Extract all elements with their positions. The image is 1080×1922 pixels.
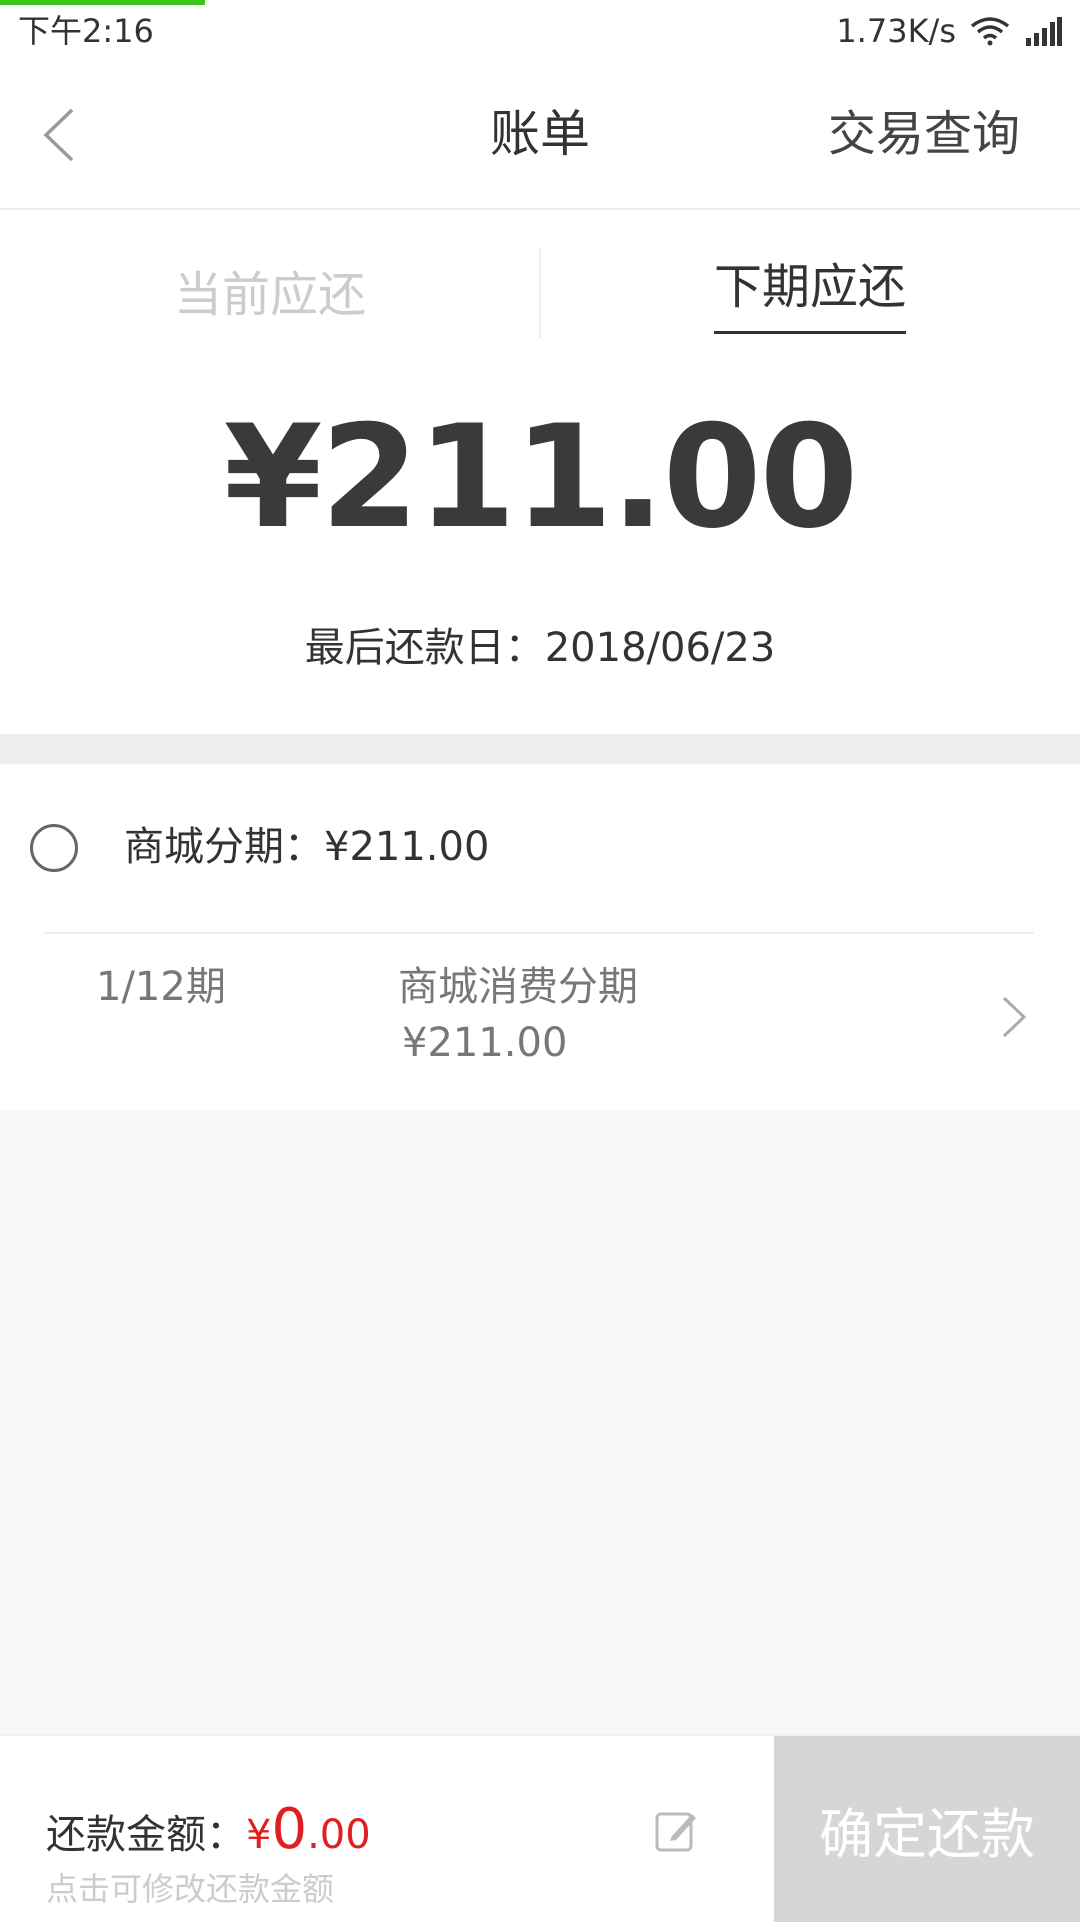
row-divider — [44, 932, 1034, 934]
chevron-right-icon[interactable] — [996, 992, 1032, 1042]
status-time: 下午2:16 — [18, 12, 154, 50]
empty-area — [0, 1110, 1080, 1734]
status-right: 1.73K/s — [836, 8, 1062, 54]
section-separator — [0, 734, 1080, 764]
wifi-icon — [970, 16, 1010, 46]
confirm-repay-button[interactable]: 确定还款 — [774, 1736, 1080, 1922]
tab-current-due-label: 当前应还 — [173, 267, 366, 323]
signal-icon — [1024, 16, 1062, 46]
tab-bar: 当前应还 下期应还 — [0, 210, 1080, 370]
total-amount: ¥211.00 — [223, 395, 859, 560]
installment-name: 商城消费分期 — [398, 964, 638, 1010]
installment-amount: ¥211.00 — [402, 1020, 568, 1066]
title-bar: 账单 交易查询 — [0, 60, 1080, 210]
network-speed: 1.73K/s — [836, 12, 956, 50]
bottom-bar: 还款金额：¥0.00 点击可修改还款金额 确定还款 — [0, 1734, 1080, 1922]
back-arrow-icon[interactable] — [30, 100, 100, 170]
select-radio[interactable] — [30, 824, 78, 872]
transaction-query-button[interactable]: 交易查询 — [828, 60, 1020, 208]
edit-icon[interactable] — [654, 1808, 700, 1854]
due-date: 最后还款日：2018/06/23 — [304, 625, 776, 671]
repay-amount-int: 0 — [271, 1797, 308, 1862]
repay-hint: 点击可修改还款金额 — [46, 1870, 335, 1908]
tab-next-due-label: 下期应还 — [713, 247, 906, 334]
repay-amount-field[interactable]: 还款金额：¥0.00 — [46, 1802, 371, 1863]
repay-currency: ¥ — [246, 1812, 272, 1858]
page-load-progress — [0, 0, 205, 5]
tab-next-due[interactable]: 下期应还 — [540, 210, 1080, 370]
installment-period: 1/12期 — [96, 964, 226, 1010]
bill-group-title: 商城分期：¥211.00 — [124, 824, 490, 870]
repay-amount-dec: .00 — [307, 1812, 371, 1858]
tab-current-due[interactable]: 当前应还 — [0, 210, 540, 370]
repay-amount-label: 还款金额： — [46, 1812, 246, 1858]
